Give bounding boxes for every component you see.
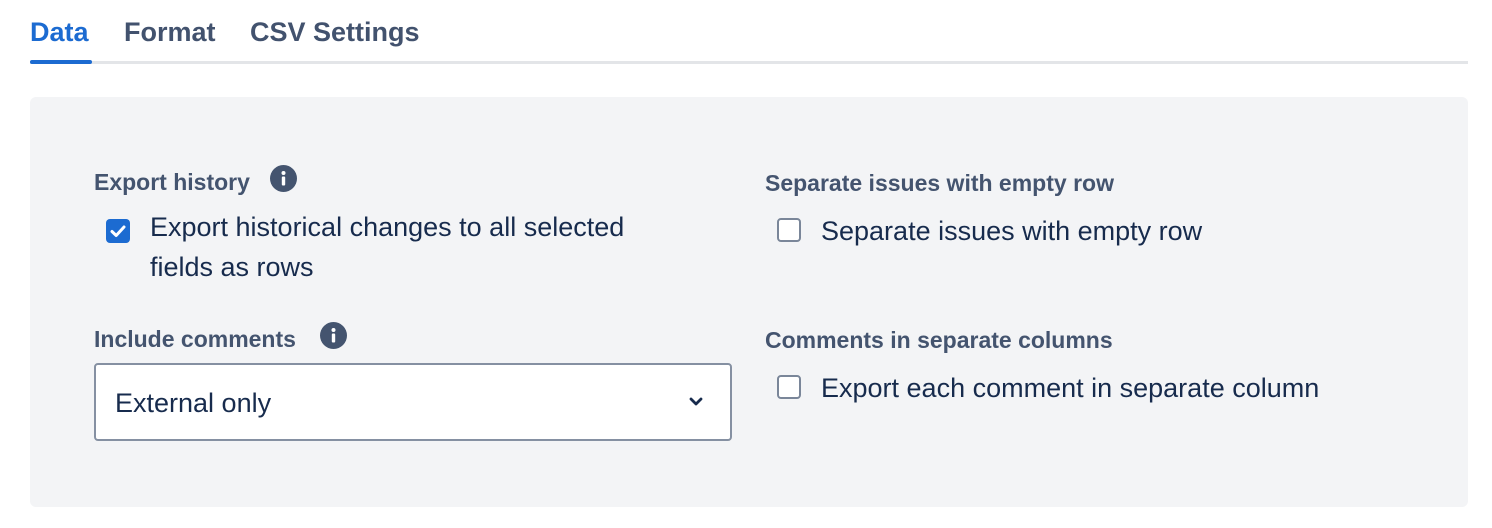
comments-columns-checkbox-label[interactable]: Export each comment in separate column <box>821 368 1319 408</box>
separate-issues-label: Separate issues with empty row <box>765 170 1114 196</box>
separate-issues-checkbox-label[interactable]: Separate issues with empty row <box>821 211 1202 251</box>
comments-columns-checkbox[interactable] <box>777 375 801 399</box>
tab-bar: Data Format CSV Settings <box>30 0 1468 64</box>
include-comments-selected-value: External only <box>115 388 272 418</box>
active-tab-indicator <box>30 60 92 64</box>
export-history-info-icon[interactable] <box>270 165 297 192</box>
chevron-down-icon <box>689 397 703 406</box>
tab-csv-settings[interactable]: CSV Settings <box>250 14 420 50</box>
include-comments-label: Include comments <box>94 326 296 352</box>
include-comments-select[interactable]: External only <box>94 363 732 441</box>
separate-issues-checkbox[interactable] <box>777 218 801 242</box>
include-comments-info-icon[interactable] <box>320 322 347 349</box>
export-history-checkbox-label[interactable]: Export historical changes to all selecte… <box>150 207 690 287</box>
comments-columns-label: Comments in separate columns <box>765 327 1113 353</box>
tab-format[interactable]: Format <box>124 14 216 50</box>
export-history-checkbox[interactable] <box>106 219 130 243</box>
tab-bar-divider <box>30 61 1468 64</box>
export-history-label: Export history <box>94 169 250 195</box>
data-settings-panel: Export history Export historical changes… <box>30 97 1468 507</box>
tab-data[interactable]: Data <box>30 14 89 50</box>
